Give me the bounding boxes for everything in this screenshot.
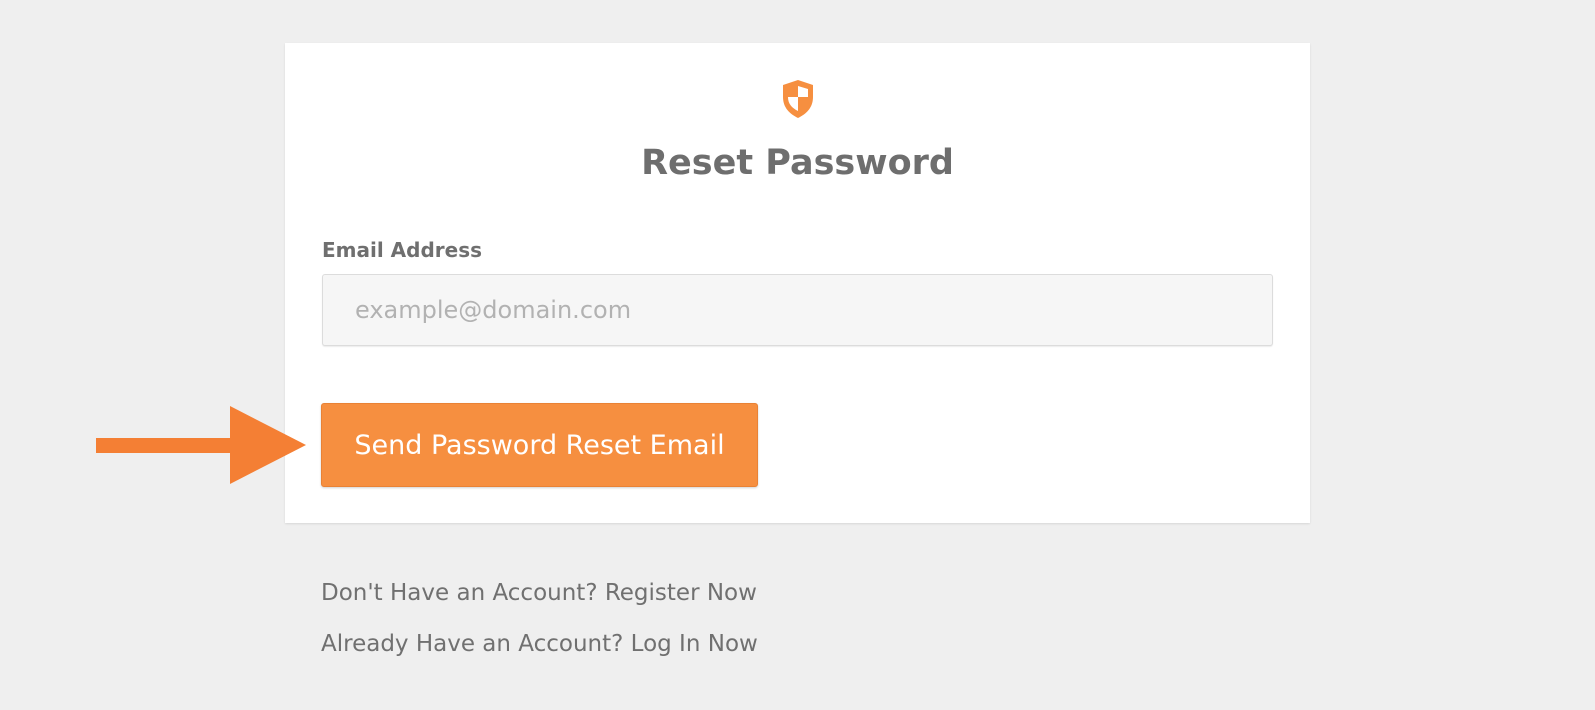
- page-title: Reset Password: [641, 143, 954, 183]
- email-field[interactable]: [322, 274, 1273, 346]
- reset-password-card: Reset Password Email Address Send Passwo…: [285, 43, 1310, 523]
- account-links: Don't Have an Account? Register Now Alre…: [321, 580, 758, 682]
- send-reset-email-button[interactable]: Send Password Reset Email: [321, 403, 758, 487]
- arrow-right-icon: [96, 406, 306, 484]
- shield-icon: [783, 80, 813, 118]
- login-link[interactable]: Already Have an Account? Log In Now: [321, 631, 758, 657]
- email-label: Email Address: [322, 238, 483, 262]
- register-link[interactable]: Don't Have an Account? Register Now: [321, 580, 758, 606]
